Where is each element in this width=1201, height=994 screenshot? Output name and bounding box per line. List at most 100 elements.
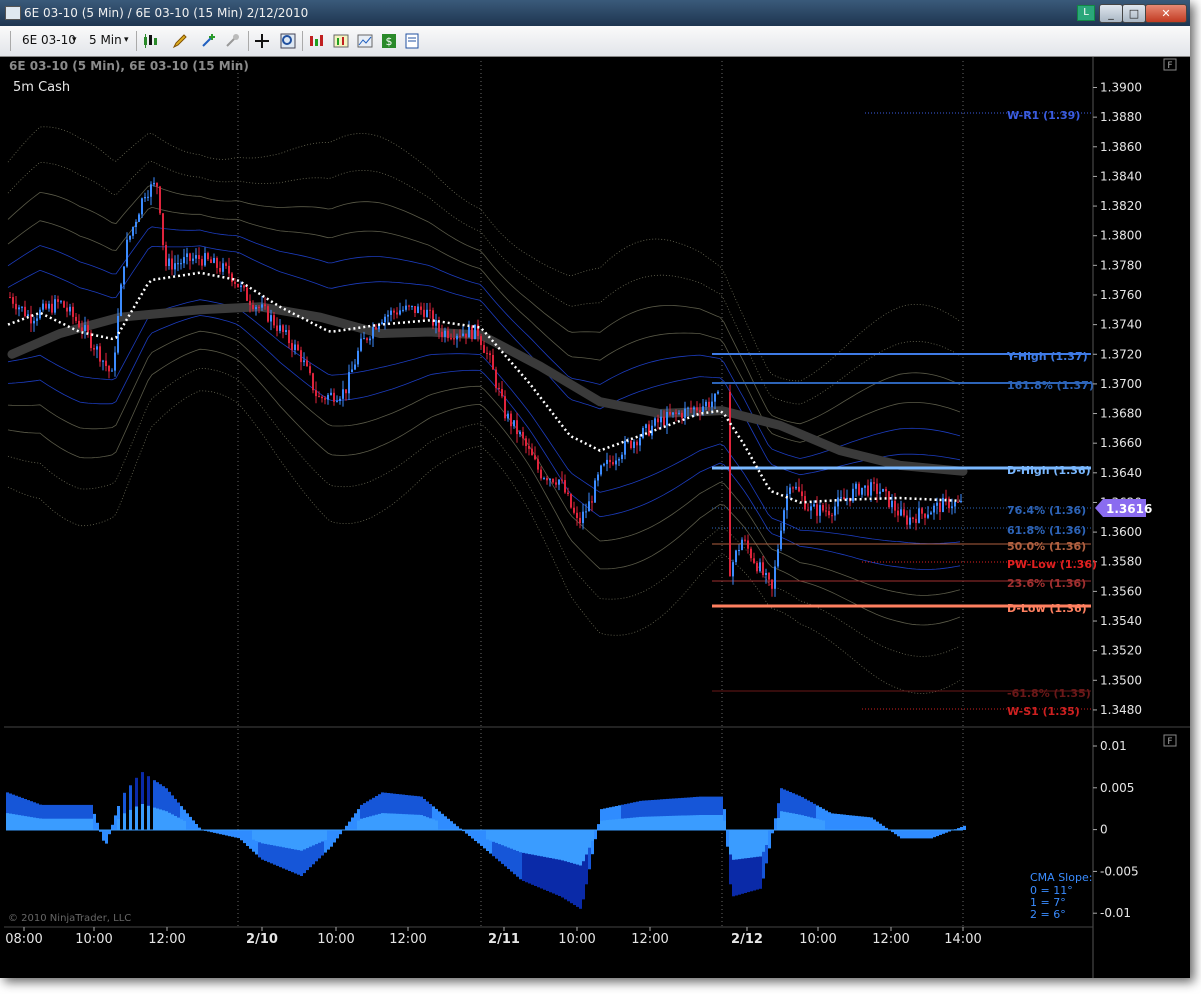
histogram-bar	[105, 830, 108, 844]
histogram-bar	[420, 815, 423, 830]
bar-body	[204, 253, 206, 266]
histogram-bar	[363, 817, 366, 830]
histogram-bar	[849, 815, 852, 830]
bar-body	[633, 441, 635, 448]
histogram-bar	[723, 820, 726, 830]
bar-body	[735, 550, 737, 563]
bar-body	[648, 424, 650, 436]
crosshair-plus-icon[interactable]	[200, 33, 216, 49]
bar-body	[108, 366, 110, 372]
bar-body	[957, 501, 959, 503]
bar-body	[375, 327, 377, 330]
histogram-bar	[768, 830, 771, 849]
strategies-icon[interactable]	[333, 33, 349, 49]
bar-body	[330, 392, 332, 395]
histogram-bar	[354, 813, 357, 830]
bar-body	[384, 316, 386, 323]
histogram-bar	[912, 830, 915, 839]
price-tick-label: 1.3600	[1100, 525, 1142, 539]
histogram-bar	[672, 815, 675, 830]
histogram-bar	[543, 830, 546, 857]
pin-icon[interactable]	[224, 33, 240, 49]
bar-body	[483, 345, 485, 353]
histogram-bar	[669, 815, 672, 830]
histogram-bar	[834, 813, 837, 830]
chart-area[interactable]: 6E 03-10 (5 Min), 6E 03-10 (15 Min) 5m C…	[0, 57, 1190, 978]
bar-body	[81, 327, 83, 331]
toolbar-separator	[136, 31, 137, 51]
close-button[interactable]: ✕	[1145, 4, 1187, 23]
histogram-bar	[27, 816, 30, 830]
bar-body	[84, 325, 86, 331]
bar-body	[714, 393, 716, 402]
histogram-bar	[402, 814, 405, 830]
chart-properties-icon[interactable]	[357, 33, 373, 49]
histogram-bar	[21, 815, 24, 830]
indicators-icon[interactable]	[308, 33, 324, 49]
histogram-bar	[927, 830, 930, 839]
price-tick-label: 1.3520	[1100, 644, 1142, 658]
candlestick-icon[interactable]	[142, 33, 158, 49]
bar-body	[594, 480, 596, 503]
title-bar[interactable]: 6E 03-10 (5 Min) / 6E 03-10 (15 Min) 2/1…	[0, 0, 1190, 26]
interval-selector[interactable]: 5 Min	[89, 33, 122, 47]
pencil-icon[interactable]	[172, 33, 188, 49]
histogram-bar	[651, 816, 654, 830]
minimize-button[interactable]: _	[1099, 4, 1123, 23]
bar-body	[180, 263, 182, 265]
maximize-button[interactable]: □	[1122, 4, 1146, 23]
bar-body	[792, 487, 794, 489]
pivot-level-label: W-S1 (1.35)	[1007, 705, 1080, 718]
bar-body	[399, 310, 401, 315]
bar-body	[831, 515, 833, 517]
histogram-bar	[234, 830, 237, 838]
bar-body	[447, 330, 449, 339]
interval-dropdown-arrow[interactable]: ▾	[124, 35, 129, 45]
histogram-bar	[474, 830, 477, 841]
move-cursor-icon[interactable]	[254, 33, 270, 49]
link-button[interactable]: L	[1077, 5, 1095, 21]
bar-body	[681, 412, 683, 419]
histogram-bar	[72, 818, 75, 830]
histogram-bar	[66, 818, 69, 830]
price-tick-label: 1.3660	[1100, 436, 1142, 450]
histogram-bar	[225, 830, 228, 836]
bar-body	[642, 428, 644, 438]
bar-body	[444, 330, 446, 337]
histogram-bar	[141, 804, 144, 830]
bar-body	[219, 268, 221, 272]
histogram-bar	[129, 809, 132, 830]
bar-body	[342, 389, 344, 399]
histogram-bar	[327, 830, 330, 850]
instrument-selector[interactable]: 6E 03-10	[22, 33, 76, 47]
histogram-bar	[456, 826, 459, 830]
time-tick-label: 2/10	[246, 932, 278, 947]
bar-body	[198, 255, 200, 259]
bar-body	[789, 487, 791, 494]
bar-body	[561, 479, 563, 481]
bar-body	[534, 455, 536, 460]
histogram-bar	[741, 830, 744, 859]
histogram-bar	[537, 830, 540, 856]
instrument-dropdown-arrow[interactable]: ▾	[72, 35, 77, 45]
histogram-bar	[51, 818, 54, 830]
bar-body	[411, 306, 413, 307]
bar-body	[621, 454, 623, 459]
bar-body	[879, 491, 881, 494]
zoom-icon[interactable]	[280, 33, 296, 49]
dollar-icon[interactable]: $	[381, 33, 397, 49]
bar-body	[582, 511, 584, 524]
data-box-icon[interactable]	[404, 33, 420, 49]
histogram-bar	[963, 825, 966, 830]
pivot-level-label: -61.8% (1.35)	[1007, 687, 1091, 700]
histogram-bar	[813, 818, 816, 830]
histogram-bar	[165, 811, 168, 830]
histogram-bar	[87, 818, 90, 830]
bar-body	[759, 562, 761, 572]
bar-body	[75, 316, 77, 321]
histogram-bar	[489, 830, 492, 841]
histogram-bar	[315, 830, 318, 845]
histogram-bar	[864, 816, 867, 830]
histogram-bar	[303, 830, 306, 850]
histogram-bar	[585, 830, 588, 855]
